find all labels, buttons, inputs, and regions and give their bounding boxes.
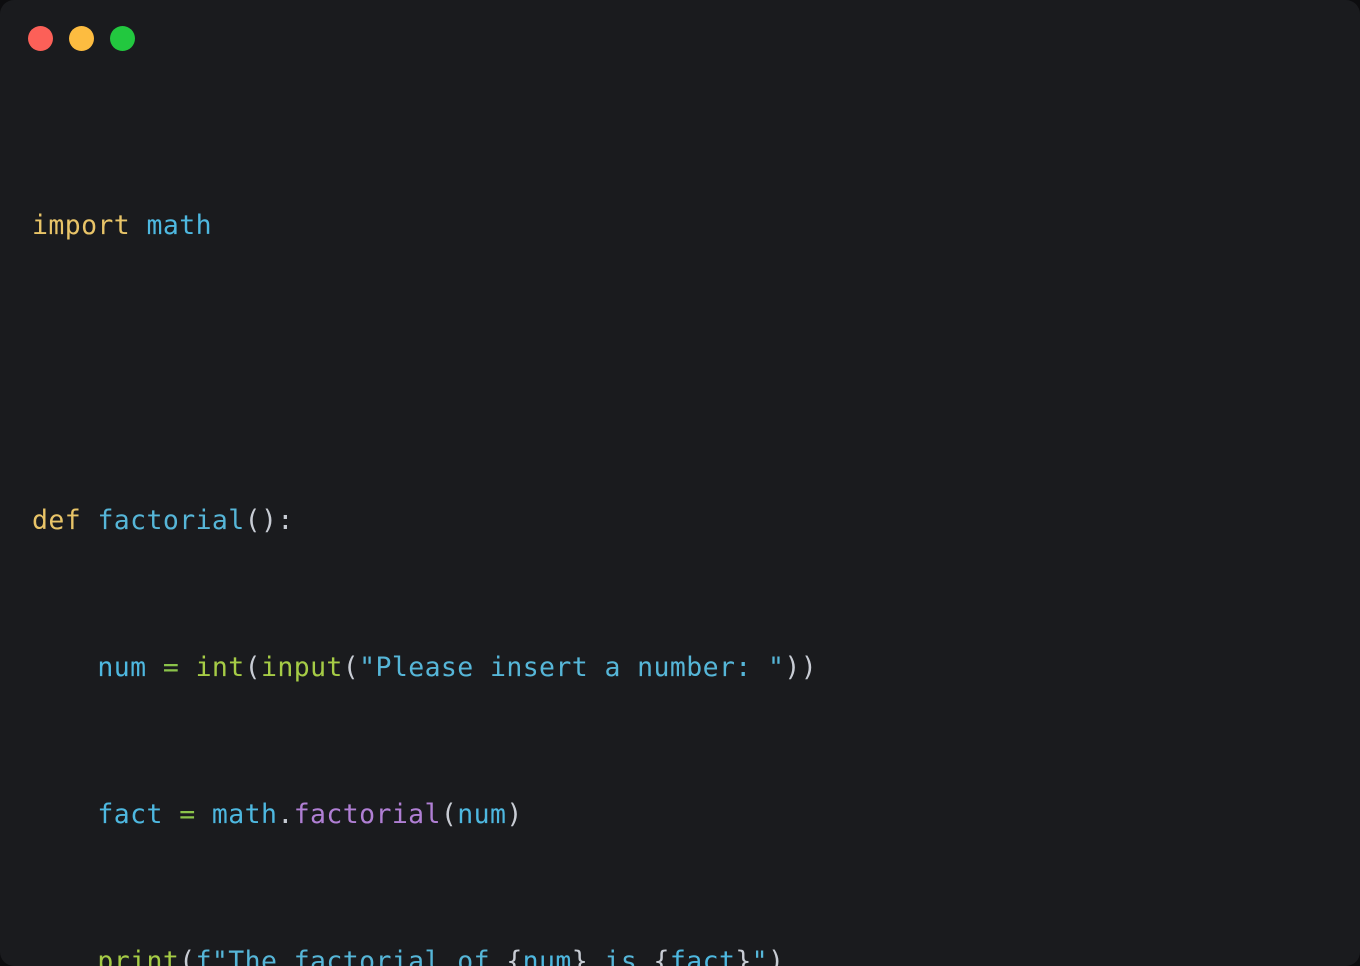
code-block[interactable]: import math def factorial(): num = int(i…: [0, 76, 1360, 966]
maximize-window-button[interactable]: [110, 25, 135, 51]
token-brace-close: }: [735, 946, 752, 966]
token-fstring-text: The factorial of: [228, 946, 507, 966]
token-brace-open: {: [653, 946, 670, 966]
token-string-prompt: "Please insert a number: ": [359, 651, 785, 683]
token-paren: ): [506, 799, 523, 831]
token-module-math: math: [146, 210, 212, 242]
token-quote: ": [751, 946, 769, 966]
token-fstring-expr-fact: fact: [669, 946, 736, 966]
token-builtin-input: input: [261, 651, 343, 683]
token-method-factorial: factorial: [293, 799, 441, 831]
token-op-assign: =: [162, 651, 180, 683]
code-line-1: import math: [32, 208, 1330, 245]
token-paren: (: [342, 651, 360, 683]
window-titlebar: [0, 0, 1360, 76]
code-line-2-blank: [32, 356, 1330, 393]
token-module-math: math: [211, 799, 278, 831]
token-op-assign: =: [179, 799, 196, 831]
token-brace-open: {: [506, 946, 523, 966]
token-fstring-prefix: f": [195, 946, 229, 966]
token-builtin-print: print: [97, 946, 180, 966]
code-line-6: print(f"The factorial of {num} is {fact}…: [32, 944, 1330, 966]
token-punct: ():: [244, 504, 294, 536]
token-funcname-factorial: factorial: [97, 504, 245, 536]
token-paren: ): [768, 946, 785, 966]
token-keyword-def: def: [32, 504, 82, 536]
token-dot: .: [277, 799, 294, 831]
token-builtin-int: int: [195, 651, 245, 683]
token-keyword-import: import: [32, 210, 131, 242]
token-paren: (: [440, 799, 458, 831]
token-fstring-text: is: [588, 946, 654, 966]
code-window: import math def factorial(): num = int(i…: [0, 0, 1360, 966]
token-brace-close: }: [571, 946, 589, 966]
token-var-num: num: [97, 651, 147, 683]
token-arg-num: num: [457, 799, 507, 831]
token-paren: )): [784, 651, 818, 683]
token-fstring-expr-num: num: [522, 946, 572, 966]
token-paren: (: [244, 651, 262, 683]
close-window-button[interactable]: [28, 25, 53, 51]
code-line-4: num = int(input("Please insert a number:…: [32, 650, 1330, 687]
token-var-fact: fact: [97, 799, 163, 831]
code-line-3: def factorial():: [32, 503, 1330, 540]
code-line-5: fact = math.factorial(num): [32, 797, 1330, 834]
minimize-window-button[interactable]: [69, 25, 94, 51]
token-paren: (: [179, 946, 196, 966]
